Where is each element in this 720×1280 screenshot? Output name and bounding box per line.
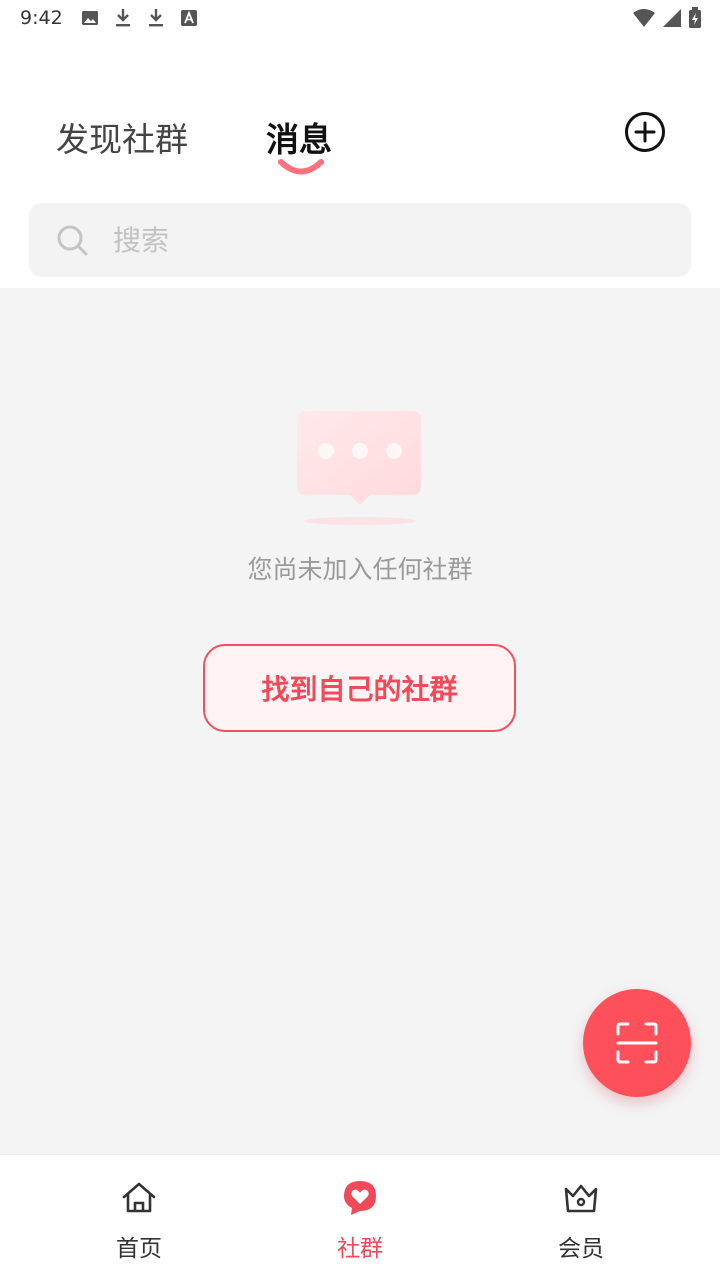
search-input[interactable] <box>113 203 673 277</box>
font-notification-icon <box>179 8 199 28</box>
nav-item-vip[interactable]: 会员 <box>461 1155 701 1280</box>
add-button[interactable] <box>624 111 666 153</box>
nav-label-community: 社群 <box>337 1236 383 1262</box>
empty-state-message: 您尚未加入任何社群 <box>247 555 473 584</box>
tab-messages[interactable]: 消息 <box>266 113 332 161</box>
status-bar: 9:42 <box>0 0 720 36</box>
top-tabs: 发现社群 消息 <box>0 95 720 195</box>
status-time: 9:42 <box>20 7 63 29</box>
search-bar[interactable] <box>29 203 691 277</box>
plus-circle-icon <box>625 112 665 152</box>
find-community-button[interactable]: 找到自己的社群 <box>203 644 516 732</box>
scan-icon <box>616 1022 658 1064</box>
download-icon <box>113 8 133 28</box>
battery-icon <box>688 7 702 33</box>
nav-item-community[interactable]: 社群 <box>240 1155 480 1280</box>
bottom-nav: 首页 社群 会员 <box>0 1154 720 1280</box>
search-icon <box>57 225 88 256</box>
nav-label-home: 首页 <box>116 1236 162 1262</box>
tab-discover-communities[interactable]: 发现社群 <box>56 113 188 161</box>
status-notification-icons <box>80 8 199 28</box>
image-notification-icon <box>80 8 100 28</box>
signal-icon <box>662 8 682 32</box>
scan-button[interactable] <box>583 989 691 1097</box>
heart-chat-icon <box>344 1181 376 1215</box>
nav-label-vip: 会员 <box>558 1236 604 1262</box>
active-tab-indicator <box>278 159 324 175</box>
download-icon <box>146 8 166 28</box>
crown-icon <box>564 1184 598 1213</box>
status-system-icons <box>632 7 702 33</box>
nav-item-home[interactable]: 首页 <box>19 1155 259 1280</box>
home-icon <box>122 1182 156 1213</box>
wifi-icon <box>632 8 656 32</box>
empty-chat-bubble-icon <box>297 411 421 525</box>
